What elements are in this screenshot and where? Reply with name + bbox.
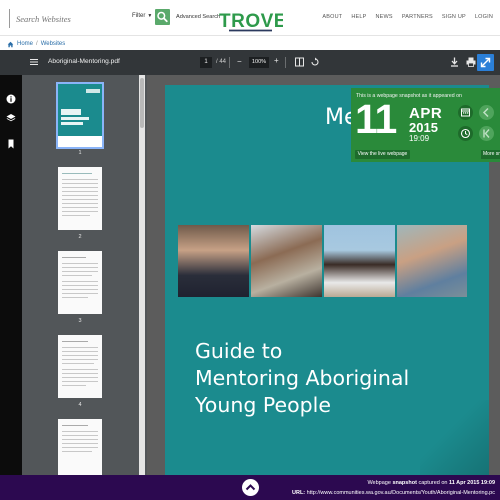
thumbnail-page-5[interactable] [58,419,102,482]
collapse-footer-button[interactable] [242,479,259,496]
chevron-up-icon [245,484,256,491]
view-live-webpage-button[interactable]: View the live webpage [355,150,410,159]
thumbnail-number: 2 [78,234,82,240]
menu-icon[interactable] [30,58,38,68]
nav-about[interactable]: ABOUT [322,14,342,20]
fit-page-icon[interactable] [295,57,304,69]
photo-man-phone [397,225,467,297]
advanced-search-link[interactable]: Advanced Search [176,14,220,20]
previous-snapshot-button[interactable] [479,105,494,120]
footer-webpage: Webpage [367,480,391,486]
zoom-out-icon[interactable]: − [237,57,242,66]
more-snapshots-button[interactable]: More sn [481,150,500,159]
photo-young-man-sunglasses [178,225,249,297]
filter-dropdown[interactable]: Filter ▼ [132,13,152,19]
thumbnail-sidebar: 1 2 3 4 [22,75,147,500]
calendar-button[interactable] [458,105,473,120]
time-button[interactable] [458,126,473,141]
side-rail [0,75,22,500]
thumbnail-page-4[interactable] [58,335,102,398]
thumbnail-number: 3 [78,318,82,324]
document-filename: Aboriginal-Mentoring.pdf [48,58,120,65]
thumbnail-number: 1 [78,150,82,156]
rotate-icon[interactable] [310,57,320,69]
home-icon [7,41,14,47]
first-page-icon [483,129,490,138]
snapshot-time: 19:09 [409,134,430,143]
thumbnail-scrollbar[interactable] [139,75,145,500]
caret-down-icon: ▼ [147,13,153,19]
search-icon [157,11,168,23]
nav-news[interactable]: NEWS [376,14,393,20]
toolbar-divider [229,57,230,68]
footer-captured-on: captured on [418,480,448,486]
print-icon[interactable] [466,57,476,69]
thumbnail-page-3[interactable] [58,251,102,314]
zoom-level-input[interactable]: 100% [249,57,269,68]
footer-url-label: URL: [292,489,306,496]
snapshot-url: URL: http://www.communities.wa.gov.au/Do… [292,490,495,496]
nav-sign-up[interactable]: SIGN UP [442,14,466,20]
thumbnail-page-1[interactable] [56,82,104,149]
thumbnail-number: 4 [78,402,82,408]
snapshot-year: 2015 [409,120,438,135]
trove-logo[interactable]: TROVE [219,10,283,32]
search-input[interactable] [9,9,127,28]
bookmark-icon[interactable] [6,139,16,149]
thumbnail-page-2[interactable] [58,167,102,230]
nav-help[interactable]: HELP [351,14,366,20]
snapshot-capture-info: Webpage snapshot captured on 11 Apr 2015… [367,480,495,486]
breadcrumb-home[interactable]: Home [17,41,33,47]
layers-icon[interactable] [6,113,16,123]
fullscreen-button[interactable] [477,54,494,71]
snapshot-panel: This is a webpage snapshot as it appeare… [351,88,500,162]
page-total: / 44 [216,59,227,65]
breadcrumb: Home / Websites [7,38,65,50]
footer-capture-date: 11 Apr 2015 19:09 [449,480,495,486]
toolbar-divider [285,57,286,68]
calendar-icon [461,108,470,117]
expand-icon [480,57,491,68]
nav-login[interactable]: LOGIN [475,14,493,20]
viewer-toolbar: Aboriginal-Mentoring.pdf 1 / 44 − 100% + [0,50,500,75]
filter-label: Filter [132,13,146,19]
page-number-input[interactable]: 1 [200,57,212,68]
site-header: Filter ▼ Advanced Search TROVE ABOUT HEL… [0,0,500,36]
chevron-left-icon [482,107,489,118]
zoom-in-icon[interactable]: + [274,56,279,65]
nav-partners[interactable]: PARTNERS [402,14,433,20]
first-snapshot-button[interactable] [479,126,494,141]
photo-woman-beach [324,225,395,297]
info-icon[interactable] [6,94,16,104]
breadcrumb-websites[interactable]: Websites [41,41,66,47]
clock-icon [460,128,471,139]
breadcrumb-separator: / [36,41,38,47]
top-nav: ABOUT HELP NEWS PARTNERS SIGN UP LOGIN [322,14,493,20]
title-line-1: Guide to [195,339,283,363]
title-line-2: Mentoring Aboriginal [195,366,410,390]
page-shading [420,400,489,475]
footer-url[interactable]: http://www.communities.wa.gov.au/Documen… [307,490,495,496]
download-icon[interactable] [450,57,459,69]
trove-logo-text: TROVE [219,11,283,32]
snapshot-day: 11 [355,96,397,142]
search-button[interactable] [155,9,170,25]
footer-snapshot-word: snapshot [392,480,417,486]
thumbnail-scrollbar-thumb[interactable] [140,78,144,128]
photo-children-classroom [251,225,322,297]
